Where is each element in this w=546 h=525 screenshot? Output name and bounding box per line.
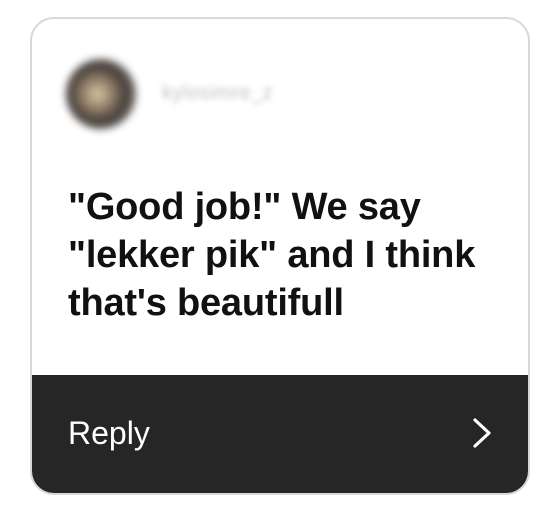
reply-label: Reply [68,415,150,451]
comment-card: kylosimre_z "Good job!" We say "lekker p… [30,17,530,495]
profile-avatar-icon[interactable] [66,59,136,129]
reply-button[interactable]: Reply [32,375,528,493]
username-text[interactable]: kylosimre_z [162,79,352,107]
comment-message: "Good job!" We say "lekker pik" and I th… [68,186,476,324]
chevron-right-icon [473,418,491,448]
comment-header: kylosimre_z [32,19,528,159]
